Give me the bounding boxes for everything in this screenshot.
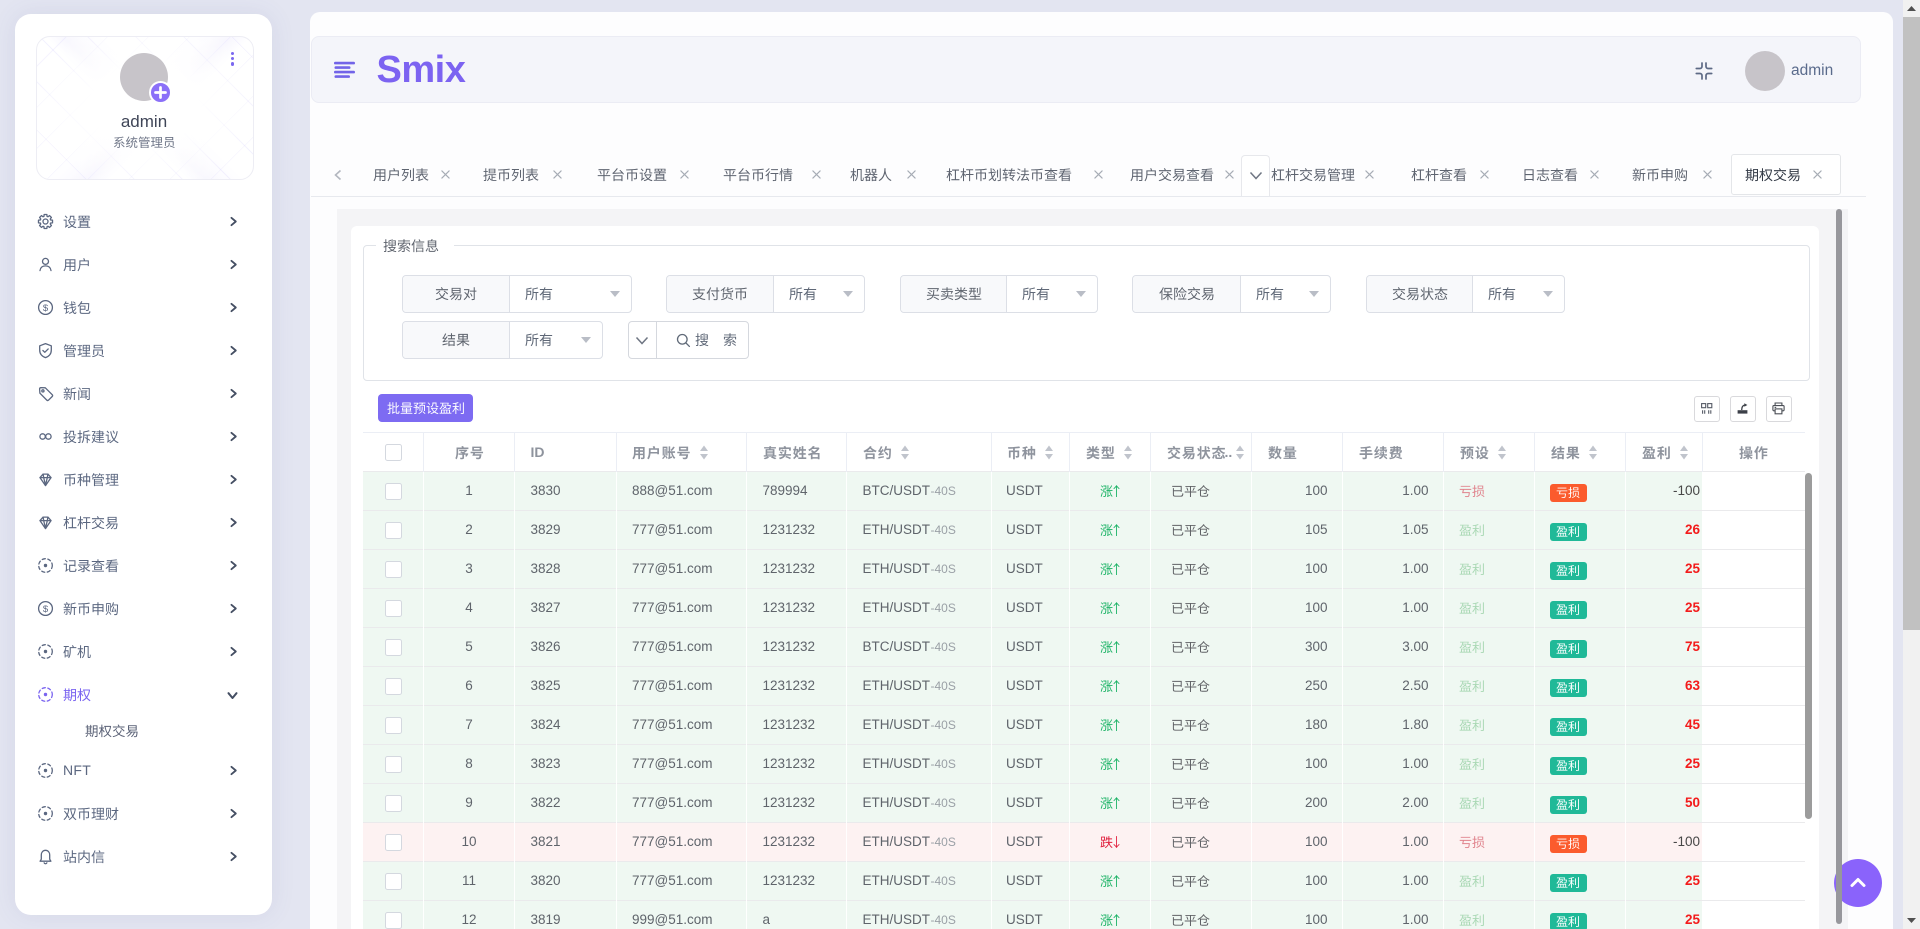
svg-text:$: $: [43, 303, 49, 314]
svg-text:$: $: [43, 604, 49, 615]
